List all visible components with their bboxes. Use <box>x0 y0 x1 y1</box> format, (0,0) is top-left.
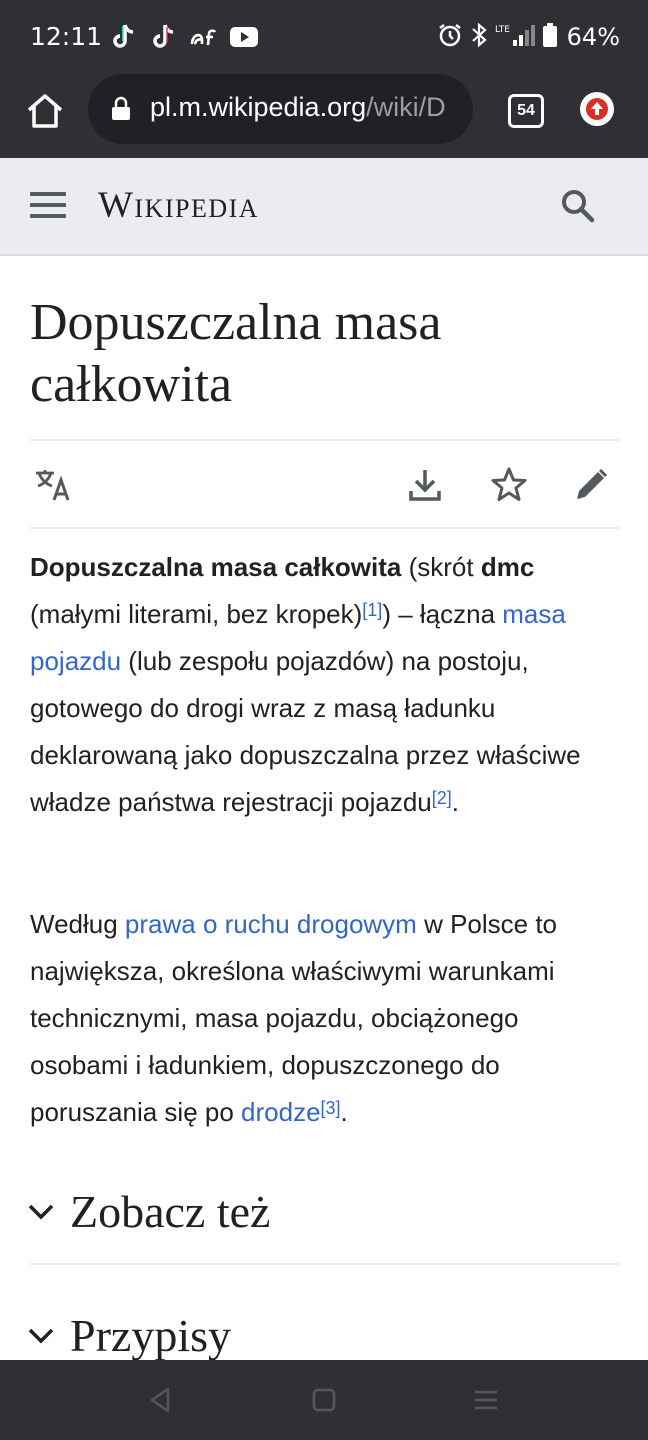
home-icon <box>27 94 63 128</box>
title-divider <box>30 439 620 441</box>
system-navigation-bar <box>0 1360 648 1440</box>
square-icon <box>312 1388 336 1412</box>
paragraph-legal: Według prawa o ruchu drogowym w Polsce t… <box>30 901 622 1136</box>
reference-link-2[interactable]: [2] <box>432 788 452 808</box>
edit-button[interactable] <box>572 466 610 504</box>
chevron-down-icon <box>28 1328 54 1344</box>
text-span: . <box>451 787 460 817</box>
af-icon <box>190 23 218 51</box>
notification-icons <box>110 20 258 54</box>
youtube-icon <box>230 23 258 51</box>
section-title: Przypisy <box>70 1309 231 1361</box>
reference-link-3[interactable]: [3] <box>321 1098 341 1118</box>
page-title: Dopuszczalna masa całkowita <box>30 294 442 413</box>
actions-divider <box>30 527 620 529</box>
update-icon <box>586 98 608 120</box>
signal-icon: LTE <box>495 22 535 53</box>
bold-abbr: dmc <box>480 552 535 582</box>
star-icon <box>491 467 527 501</box>
search-icon <box>562 190 595 223</box>
browser-toolbar: pl.m.wikipedia.org/wiki/D 54 <box>0 74 648 158</box>
text-span: (skrót <box>401 552 481 582</box>
recents-button[interactable] <box>472 1386 500 1414</box>
bold-term: Dopuszczalna masa całkowita <box>30 552 402 582</box>
menu-button[interactable] <box>30 192 66 220</box>
url-text: pl.m.wikipedia.org/wiki/D <box>150 92 446 123</box>
home-nav-button[interactable] <box>310 1386 338 1414</box>
chevron-down-icon <box>28 1204 54 1220</box>
svg-text:LTE: LTE <box>495 25 510 35</box>
home-button[interactable] <box>22 88 68 134</box>
download-icon <box>409 470 441 501</box>
bluetooth-icon <box>471 22 487 53</box>
section-divider <box>30 1263 620 1265</box>
section-title: Zobacz też <box>70 1185 271 1237</box>
battery-icon <box>542 22 557 52</box>
language-icon <box>36 470 70 501</box>
back-triangle-icon <box>150 1387 170 1413</box>
text-span: w Polsce to największa, określona właści… <box>30 909 558 1127</box>
tiktok-icon <box>150 23 178 51</box>
reference-link-1[interactable]: [1] <box>362 600 382 620</box>
page-actions <box>30 442 620 526</box>
url-path: /wiki/D <box>366 92 446 122</box>
text-span: Według <box>30 909 125 939</box>
back-button[interactable] <box>146 1386 174 1414</box>
wikipedia-logo[interactable]: Wikipedia <box>98 184 259 227</box>
status-indicators: LTE 64% <box>437 22 620 52</box>
alarm-icon <box>437 22 463 53</box>
pencil-icon <box>577 468 608 499</box>
paragraph-definition: Dopuszczalna masa całkowita (skrót dmc (… <box>30 544 622 826</box>
status-bar: 12:11 LTE 64% <box>0 0 648 74</box>
language-button[interactable] <box>34 466 72 504</box>
update-chrome-button[interactable] <box>580 92 614 126</box>
battery-percent: 64% <box>566 23 620 51</box>
status-time: 12:11 <box>30 22 103 51</box>
url-host: pl.m.wikipedia.org <box>150 92 367 122</box>
link-drodze[interactable]: drodze <box>241 1097 321 1127</box>
lock-icon <box>110 96 132 120</box>
text-span: ) – łączna <box>382 599 503 629</box>
link-prawo-o-ruchu-drogowym[interactable]: prawa o ruchu drogowym <box>125 909 417 939</box>
text-span: . <box>340 1097 348 1127</box>
download-button[interactable] <box>406 466 444 504</box>
section-zobacz-tez[interactable]: Zobacz też <box>26 1176 620 1246</box>
search-button[interactable] <box>560 188 596 224</box>
wiki-header: Wikipedia <box>0 158 648 256</box>
recents-lines-icon <box>475 1390 497 1410</box>
menu-icon-bar <box>30 203 66 207</box>
text-span: (małymi literami, bez kropek) <box>30 599 363 629</box>
address-bar[interactable]: pl.m.wikipedia.org/wiki/D <box>88 74 473 144</box>
menu-icon-bar <box>30 214 66 218</box>
menu-icon <box>30 192 66 196</box>
tiktok-icon <box>110 23 138 51</box>
tab-switcher-button[interactable]: 54 <box>508 94 544 128</box>
watch-star-button[interactable] <box>490 466 528 504</box>
